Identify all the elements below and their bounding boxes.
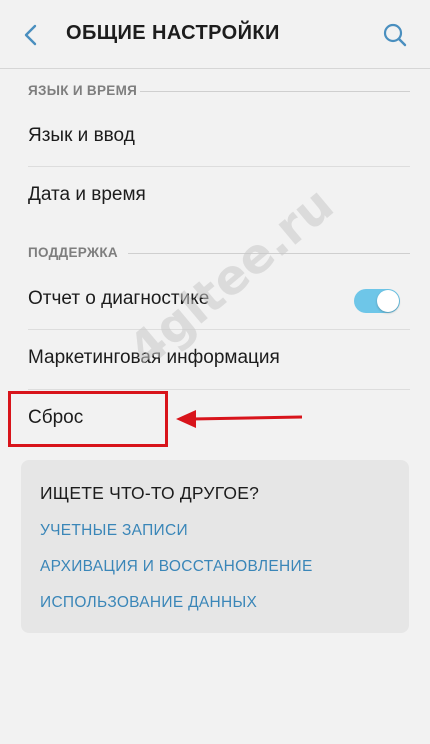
settings-item-marketing-info[interactable]: Маркетинговая информация [0,330,430,388]
card-title: ИЩЕТЕ ЧТО-ТО ДРУГОЕ? [40,483,260,503]
highlight-box [8,391,168,447]
search-icon [383,23,407,47]
search-button[interactable] [378,18,412,52]
section-divider [140,91,410,92]
page-title: ОБЩИЕ НАСТРОЙКИ [66,22,280,44]
link-data-usage[interactable]: ИСПОЛЬЗОВАНИЕ ДАННЫХ [40,594,257,612]
link-backup-restore[interactable]: АРХИВАЦИЯ И ВОССТАНОВЛЕНИЕ [40,558,313,576]
link-accounts[interactable]: УЧЕТНЫЕ ЗАПИСИ [40,522,188,540]
settings-item-language-input[interactable]: Язык и ввод [0,108,430,166]
pointer-arrow-icon [176,410,303,428]
settings-item-label: Дата и время [28,184,146,205]
back-chevron-icon [24,24,37,46]
app-header: ОБЩИЕ НАСТРОЙКИ [0,0,430,69]
back-button[interactable] [14,18,48,52]
diagnostics-toggle[interactable] [354,289,400,313]
settings-item-label: Язык и ввод [28,125,135,146]
section-header-language-time: ЯЗЫК И ВРЕМЯ [28,83,138,98]
suggestions-card: ИЩЕТЕ ЧТО-ТО ДРУГОЕ? УЧЕТНЫЕ ЗАПИСИ АРХИ… [21,460,409,633]
toggle-knob [377,290,399,312]
section-header-support: ПОДДЕРЖКА [28,245,118,260]
settings-item-date-time[interactable]: Дата и время [0,167,430,225]
